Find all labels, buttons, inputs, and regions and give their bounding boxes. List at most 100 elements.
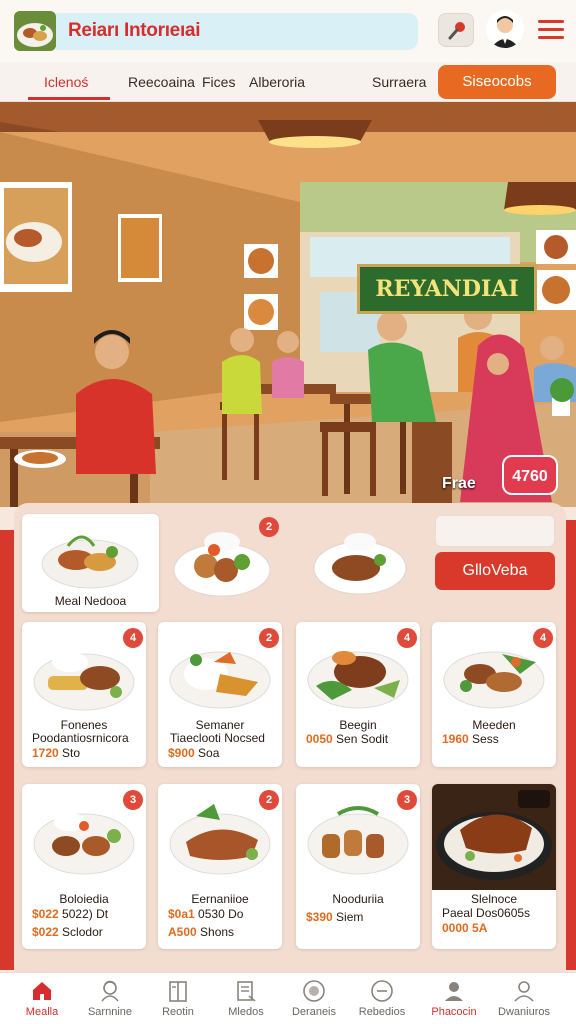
hero-caption: Frae — [442, 475, 476, 492]
item-price-2: A500 — [168, 925, 197, 939]
plate-icon — [303, 980, 325, 1002]
menu-item-card[interactable]: 4 Beegin 0050 Sen Sodit — [296, 622, 420, 767]
home-icon — [33, 982, 51, 1000]
menu-item-card[interactable]: 4 Meeden 1960 Sess — [432, 622, 556, 767]
bottom-nav-label: Mledos — [228, 1006, 264, 1018]
bottom-nav-profile[interactable]: Phacocin — [418, 973, 490, 1024]
menu-item-card[interactable]: 4 Fonenes Poodantiosrnicora 1720 Sto — [22, 622, 146, 767]
menu-item-card[interactable]: 2 Eernaniioe $0a1 0530 Do A500 Shons — [158, 784, 282, 949]
item-price: 1720 — [32, 746, 59, 760]
tab-alberoria[interactable]: Alberoria — [249, 74, 305, 90]
bottom-nav-label: Sarnnine — [87, 1006, 133, 1018]
person-icon — [445, 982, 463, 1001]
minus-circle-icon — [371, 980, 393, 1002]
item-badge: 3 — [397, 790, 417, 810]
item-name: Beegin — [339, 718, 377, 732]
featured-badge: 2 — [259, 517, 279, 537]
item-badge: 2 — [259, 790, 279, 810]
item-price: $390 — [306, 910, 333, 924]
dish-image — [307, 806, 409, 875]
item-badge: 4 — [123, 628, 143, 648]
item-unit: Shons — [200, 925, 235, 939]
item-name: Eernaniioe — [191, 892, 249, 906]
checkout-button[interactable]: GlloVeba — [435, 552, 555, 590]
bottom-nav-label: Dwaniuros — [498, 1006, 550, 1018]
hero-banner: REYANDIAI — [0, 102, 576, 507]
dish-photo — [432, 784, 556, 890]
list-icon — [237, 981, 256, 1002]
item-badge: 2 — [259, 628, 279, 648]
bottom-nav-account[interactable]: Dwaniuros — [488, 973, 560, 1024]
item-price: 1960 — [442, 732, 469, 746]
item-description: 5022) Dt — [62, 907, 109, 921]
item-name: Slelnoce — [470, 892, 518, 906]
featured-card[interactable]: Meal Nedooa — [22, 514, 159, 612]
featured-dish-3[interactable] — [310, 522, 410, 600]
bottom-nav-menu[interactable]: Reotin — [142, 973, 214, 1024]
top-nav: Iclenoś Reecoaina Fices Alberoria Surrae… — [0, 62, 576, 102]
bottom-nav-chef[interactable]: Sarnnine — [74, 973, 146, 1024]
bottom-nav-label: Phacocin — [431, 1006, 477, 1018]
item-price-row: $900 Soa — [168, 746, 219, 760]
nav-cta-button[interactable]: Siseocobs — [438, 65, 556, 99]
tab-restaurant[interactable]: Reecoaina — [128, 74, 195, 90]
item-price-row: 1720 Sto — [32, 746, 80, 760]
left-accent-strip — [0, 530, 14, 970]
menu-bar-icon — [538, 36, 564, 39]
bottom-nav-home[interactable]: Mealla — [6, 973, 78, 1024]
item-badge: 3 — [123, 790, 143, 810]
tab-fices[interactable]: Fices — [202, 74, 235, 90]
item-unit: Sclodor — [62, 925, 103, 939]
voice-search-button[interactable] — [438, 13, 474, 47]
tab-home[interactable]: Iclenoś — [44, 74, 88, 90]
dish-image — [41, 535, 139, 589]
item-price: $900 — [168, 746, 195, 760]
dish-image — [33, 813, 135, 875]
item-price-row-2: A500 Shons — [168, 925, 234, 939]
bottom-nav-orders[interactable]: Mledos — [210, 973, 282, 1024]
menu-item-card[interactable]: 3 Boloiedia $022 5022) Dt $022 Sclodor — [22, 784, 146, 949]
dish-image — [169, 651, 271, 709]
item-price: 0000 — [442, 921, 469, 935]
search-input[interactable] — [435, 515, 555, 547]
app-title: Reiarı Intorıeıai — [68, 20, 201, 41]
item-description: 0530 Do — [198, 907, 244, 921]
menu-bar-icon — [538, 28, 564, 31]
featured-caption: Meal Nedooa — [54, 594, 127, 608]
item-price-row-2: $022 Sclodor — [32, 925, 103, 939]
bottom-nav-label: Mealla — [25, 1006, 59, 1018]
chef-icon — [101, 980, 119, 1002]
item-price-row: 0050 Sen Sodit — [306, 732, 388, 746]
bottom-nav-label: Reotin — [162, 1006, 194, 1018]
item-price: $0a1 — [168, 907, 195, 921]
logo-food-thumbnail[interactable] — [14, 11, 56, 51]
active-tab-indicator — [28, 97, 110, 100]
user-avatar[interactable] — [486, 10, 524, 48]
bottom-nav-remove[interactable]: Rebedios — [346, 973, 418, 1024]
dish-image — [443, 651, 545, 709]
hamburger-menu-button[interactable] — [538, 20, 564, 42]
item-unit: Soa — [198, 746, 220, 760]
bottom-nav-label: Rebedios — [358, 1006, 406, 1018]
logo-title-bar: Reiarı Intorıeıai — [56, 13, 418, 50]
menu-item-card[interactable]: Slelnoce Paeal Dos0605s 0000 5A — [432, 784, 556, 949]
featured-dish-2[interactable] — [170, 520, 274, 600]
item-badge: 4 — [533, 628, 553, 648]
hero-price-badge[interactable]: 4760 — [502, 455, 558, 495]
item-description: Paeal Dos0605s — [442, 906, 531, 920]
menu-item-card[interactable]: 2 Semaner Tiaeclooti Nocsed $900 Soa — [158, 622, 282, 767]
item-name: Nooduriia — [332, 892, 384, 906]
item-price-row: $390 Siem — [306, 910, 363, 924]
item-price-row: $022 5022) Dt — [32, 907, 108, 921]
tab-surraera[interactable]: Surraera — [372, 74, 426, 90]
dish-image — [33, 652, 135, 711]
restaurant-sign: REYANDIAI — [357, 264, 537, 314]
item-badge: 4 — [397, 628, 417, 648]
item-description: Tiaeclooti Nocsed — [170, 731, 265, 745]
item-price-row: 0000 5A — [442, 921, 487, 935]
bottom-nav-dishes[interactable]: Deraneis — [278, 973, 350, 1024]
item-name: Fonenes — [60, 718, 108, 732]
menu-item-card[interactable]: 3 Nooduriia $390 Siem — [296, 784, 420, 949]
dish-image — [307, 651, 409, 709]
item-unit: 5A — [472, 921, 488, 935]
